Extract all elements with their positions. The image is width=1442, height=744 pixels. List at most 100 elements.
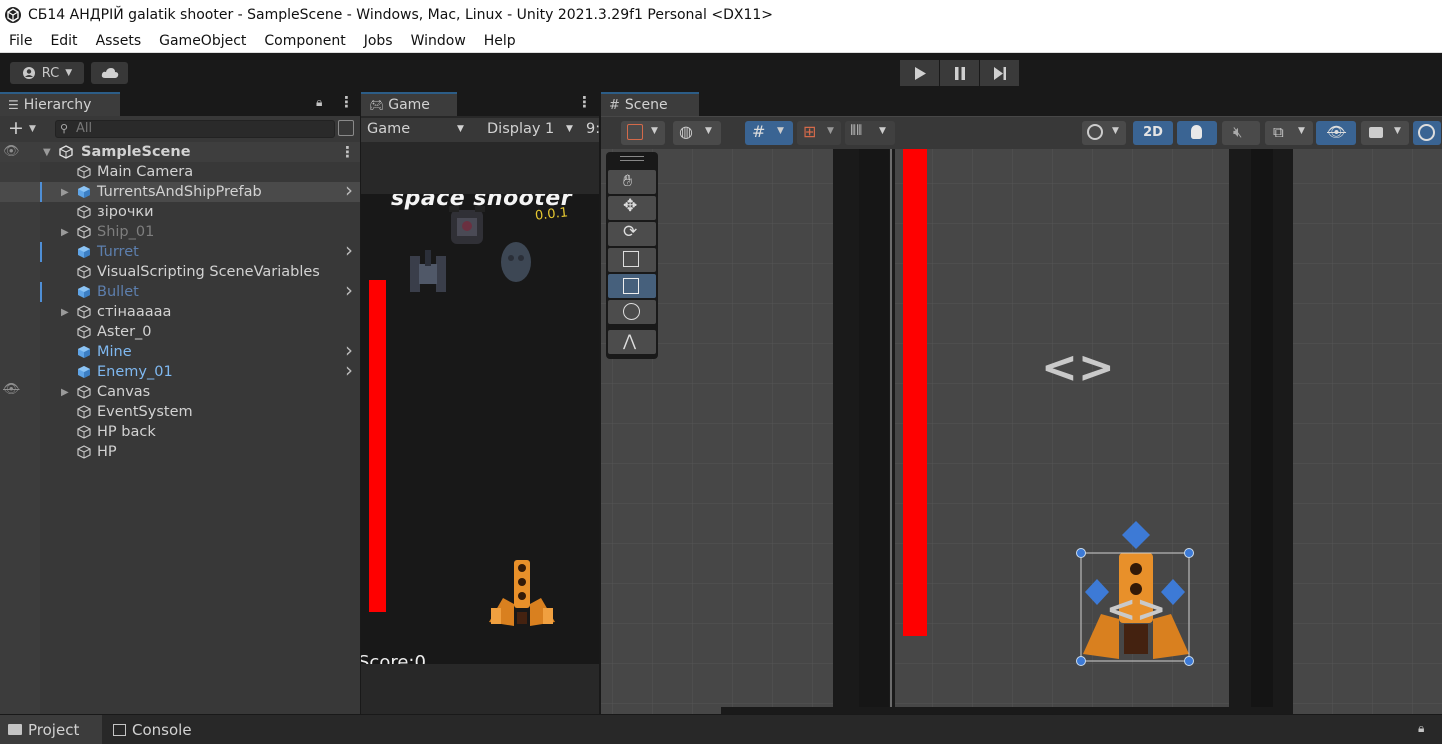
- tab-game[interactable]: 🎮︎ Game: [361, 92, 457, 116]
- play-button[interactable]: [900, 60, 939, 86]
- display-dropdown[interactable]: Display 1: [487, 121, 554, 137]
- prefab-cube-icon: [78, 366, 90, 378]
- expand-arrow-icon[interactable]: ▶: [61, 183, 69, 203]
- hierarchy-item[interactable]: Bullet ›: [0, 280, 360, 302]
- hierarchy-item-label: Canvas: [97, 384, 151, 400]
- tab-project[interactable]: Project: [0, 715, 102, 744]
- corner-handle-tr: [1184, 548, 1194, 558]
- collapse-arrow-icon[interactable]: ▼: [43, 143, 51, 163]
- grid-snap-button[interactable]: # ▼: [745, 121, 793, 145]
- hierarchy-item[interactable]: HP: [0, 442, 360, 462]
- unity-scene-icon: [59, 145, 73, 159]
- gameobject-cube-icon: [77, 425, 91, 439]
- open-prefab-chevron-icon[interactable]: ›: [345, 340, 353, 360]
- game-view[interactable]: space shooter 0.0.1 Score:0: [361, 194, 599, 664]
- shading-mode-button[interactable]: ▼: [1082, 121, 1126, 145]
- expand-arrow-icon[interactable]: ▶: [61, 303, 69, 323]
- hierarchy-search-input[interactable]: ⚲ All: [55, 120, 335, 138]
- hierarchy-item[interactable]: HP back: [0, 422, 360, 442]
- tab-scene[interactable]: # Scene: [601, 92, 699, 116]
- hierarchy-item[interactable]: EventSystem: [0, 402, 360, 422]
- hierarchy-item[interactable]: Turret ›: [0, 240, 360, 262]
- rotate-tool-button[interactable]: ⟳: [608, 222, 656, 246]
- hierarchy-item[interactable]: зірочки: [0, 202, 360, 222]
- account-dropdown[interactable]: RC ▼: [10, 62, 84, 84]
- snap-increment-button[interactable]: ⊞ ▼: [797, 121, 841, 145]
- game-menu-icon[interactable]: ⋮: [577, 93, 592, 111]
- camera-settings-button[interactable]: ▼: [1361, 121, 1409, 145]
- chevron-down-icon[interactable]: ▼: [566, 124, 573, 134]
- expand-arrow-icon[interactable]: ▶: [61, 383, 69, 403]
- transform-tool-button[interactable]: [608, 300, 656, 324]
- global-toggle-button[interactable]: ◍ ▼: [673, 121, 721, 145]
- hp-bar-scene: [903, 149, 927, 636]
- add-button[interactable]: +: [8, 117, 24, 139]
- scene-visibility-button[interactable]: 👁︎: [1316, 121, 1356, 145]
- lighting-toggle-button[interactable]: [1177, 121, 1217, 145]
- menu-file[interactable]: File: [0, 33, 41, 49]
- hand-tool-button[interactable]: ✋︎: [608, 170, 656, 194]
- menu-gameobject[interactable]: GameObject: [150, 33, 255, 49]
- audio-toggle-button[interactable]: 🔇︎: [1222, 121, 1260, 145]
- console-icon: [113, 723, 126, 736]
- expand-arrow-icon[interactable]: ▶: [61, 223, 69, 243]
- menu-assets[interactable]: Assets: [87, 33, 151, 49]
- pause-button[interactable]: [940, 60, 979, 86]
- aspect-dropdown[interactable]: 9:: [586, 121, 600, 137]
- open-prefab-chevron-icon[interactable]: ›: [345, 360, 353, 380]
- cloud-button[interactable]: [91, 62, 128, 84]
- camera-gizmo-icon: <>: [1041, 342, 1115, 393]
- 2d-toggle-button[interactable]: 2D: [1133, 121, 1173, 145]
- menu-window[interactable]: Window: [402, 33, 475, 49]
- hierarchy-item[interactable]: Main Camera: [0, 162, 360, 182]
- menu-edit[interactable]: Edit: [41, 33, 86, 49]
- menu-component[interactable]: Component: [255, 33, 354, 49]
- effects-button[interactable]: ⧉ ▼: [1265, 121, 1313, 145]
- step-button[interactable]: [980, 60, 1019, 86]
- hierarchy-item[interactable]: Aster_0: [0, 322, 360, 342]
- hierarchy-tab-label: Hierarchy: [23, 97, 92, 113]
- open-prefab-chevron-icon[interactable]: ›: [345, 240, 353, 260]
- hierarchy-panel: ☰ Hierarchy 🔒︎ ⋮ + ▼ ⚲ All 👁︎ ▼ SampleSc…: [0, 92, 360, 714]
- menu-help[interactable]: Help: [475, 33, 525, 49]
- chevron-down-icon: ▼: [1298, 126, 1305, 136]
- hierarchy-item[interactable]: ▶ Ship_01: [0, 222, 360, 242]
- scene-viewport[interactable]: <> <>: [601, 149, 1442, 714]
- lock-icon[interactable]: 🔒︎: [316, 95, 322, 110]
- hierarchy-item-label: EventSystem: [97, 404, 193, 420]
- gamepad-icon: 🎮︎: [369, 98, 385, 112]
- rect-tool-button[interactable]: [608, 274, 656, 298]
- gizmo-draw-mode-button[interactable]: ▼: [621, 121, 665, 145]
- hidden-eye-icon[interactable]: 👁︎: [3, 382, 20, 397]
- hierarchy-item[interactable]: ▶ Canvas: [0, 382, 360, 402]
- hierarchy-item-label: Aster_0: [97, 324, 152, 340]
- hierarchy-item[interactable]: ▶ TurrentsAndShipPrefab ›: [0, 180, 360, 203]
- tab-console[interactable]: Console: [113, 715, 213, 744]
- palette-drag-handle[interactable]: [620, 156, 644, 161]
- visibility-eye-icon[interactable]: 👁︎: [3, 142, 20, 162]
- hierarchy-item[interactable]: Enemy_01 ›: [0, 360, 360, 382]
- hierarchy-item[interactable]: VisualScripting SceneVariables: [0, 262, 360, 282]
- menu-jobs[interactable]: Jobs: [355, 33, 402, 49]
- move-tool-button[interactable]: ✥: [608, 196, 656, 220]
- scale-tool-button[interactable]: [608, 248, 656, 272]
- lock-icon[interactable]: 🔒︎: [1418, 721, 1424, 736]
- tab-hierarchy[interactable]: ☰ Hierarchy: [0, 92, 120, 116]
- custom-tool-icon: ⋀: [623, 331, 637, 350]
- hierarchy-menu-icon[interactable]: ⋮: [339, 93, 354, 111]
- custom-tool-button[interactable]: ⋀: [608, 330, 656, 354]
- game-mode-dropdown[interactable]: Game: [367, 121, 410, 137]
- grid-visibility-button[interactable]: ⦀⦀ ▼: [845, 121, 895, 145]
- override-bar: [40, 282, 42, 302]
- scene-menu-icon[interactable]: ⋮: [340, 142, 355, 162]
- open-prefab-chevron-icon[interactable]: ›: [345, 180, 353, 200]
- gizmos-button[interactable]: [1413, 121, 1441, 145]
- scene-row[interactable]: 👁︎ ▼ SampleScene ⋮: [0, 142, 360, 162]
- chevron-down-icon[interactable]: ▼: [457, 124, 464, 134]
- prefab-cube-icon: [78, 186, 90, 198]
- hierarchy-item[interactable]: Mine ›: [0, 340, 360, 362]
- hierarchy-item[interactable]: ▶ стінааааа: [0, 302, 360, 322]
- chevron-down-icon[interactable]: ▼: [29, 124, 36, 134]
- search-filter-icon[interactable]: [338, 120, 354, 136]
- open-prefab-chevron-icon[interactable]: ›: [345, 280, 353, 300]
